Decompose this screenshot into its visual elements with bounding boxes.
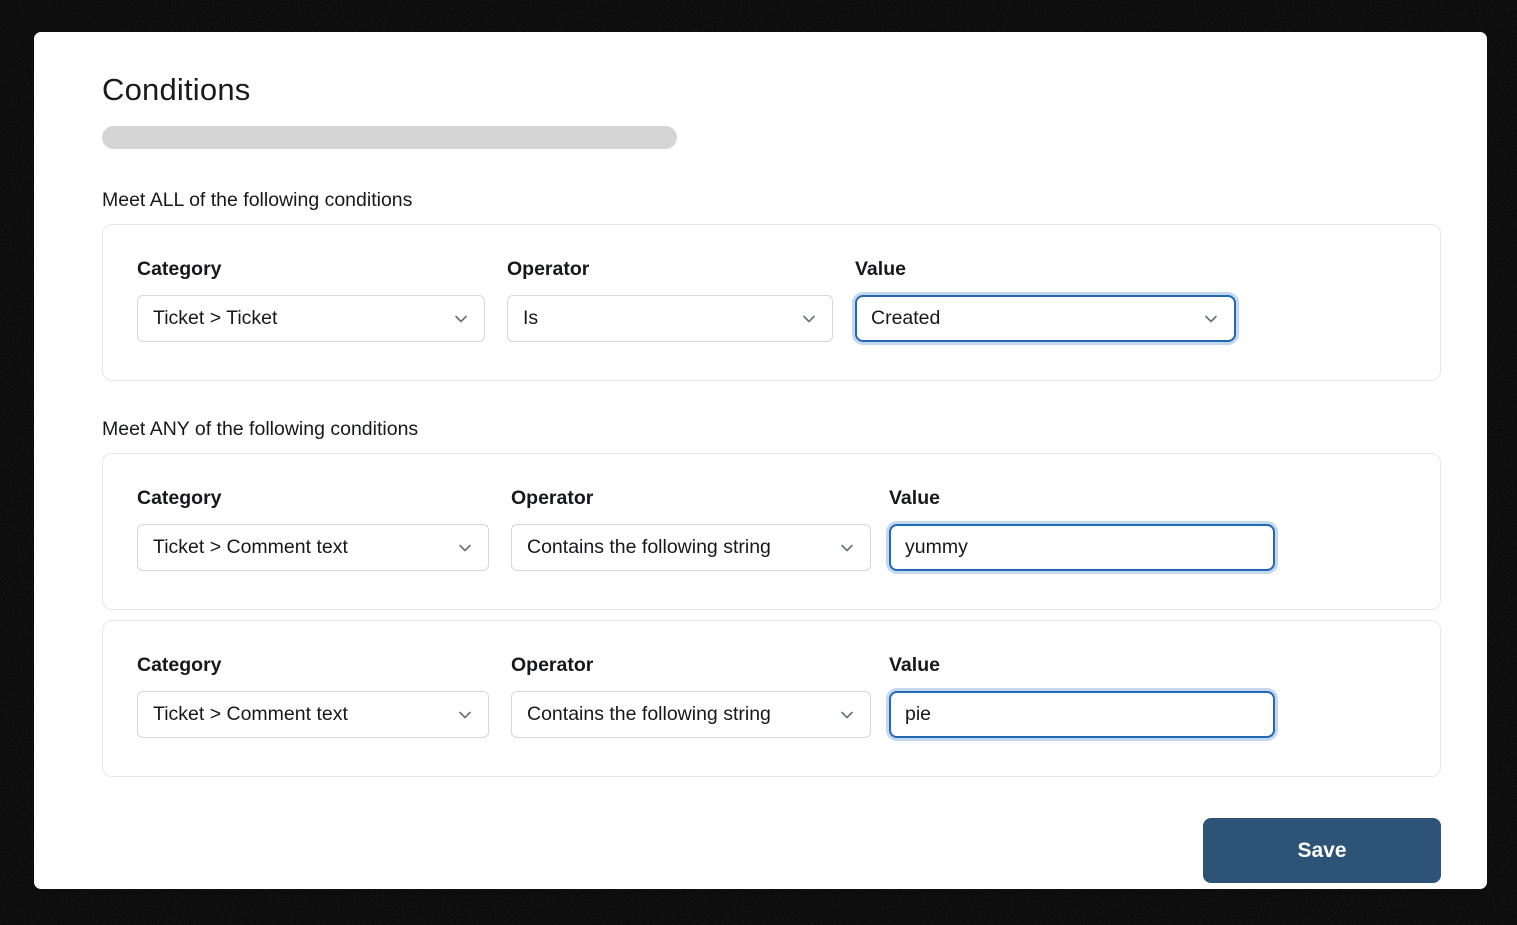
operator-select-value: Is (523, 307, 539, 329)
operator-field: Operator Contains the following string (511, 654, 871, 738)
category-select-value: Ticket > Comment text (153, 703, 348, 725)
chevron-down-icon (841, 711, 853, 718)
operator-select[interactable]: Contains the following string (511, 691, 871, 738)
condition-row: Category Ticket > Comment text Operator … (137, 487, 1406, 571)
section-heading-all: Meet ALL of the following conditions (102, 189, 413, 211)
chevron-down-icon (1205, 315, 1217, 322)
value-field: Value Created (855, 258, 1236, 342)
conditions-page: Conditions Meet ALL of the following con… (34, 32, 1487, 889)
save-button[interactable]: Save (1203, 818, 1441, 883)
save-row: Save (102, 818, 1441, 883)
value-field: Value (889, 487, 1275, 571)
operator-select-value: Contains the following string (527, 536, 771, 558)
condition-card-all-1: Category Ticket > Ticket Operator Is Val… (102, 224, 1441, 381)
condition-row: Category Ticket > Ticket Operator Is Val… (137, 258, 1406, 342)
condition-card-any-1: Category Ticket > Comment text Operator … (102, 453, 1441, 610)
value-label: Value (889, 487, 940, 509)
skeleton-placeholder-bar (102, 126, 677, 149)
condition-row: Category Ticket > Comment text Operator … (137, 654, 1406, 738)
value-input[interactable] (889, 691, 1275, 738)
value-input[interactable] (889, 524, 1275, 571)
operator-label: Operator (511, 654, 594, 676)
operator-select[interactable]: Contains the following string (511, 524, 871, 571)
category-label: Category (137, 258, 222, 280)
value-select-value: Created (871, 307, 941, 329)
operator-label: Operator (511, 487, 594, 509)
category-select-value: Ticket > Ticket (153, 307, 278, 329)
app-panel: Conditions Meet ALL of the following con… (34, 32, 1487, 889)
category-select[interactable]: Ticket > Comment text (137, 524, 489, 571)
condition-card-any-2: Category Ticket > Comment text Operator … (102, 620, 1441, 777)
value-select[interactable]: Created (855, 295, 1236, 342)
category-field: Category Ticket > Ticket (137, 258, 485, 342)
category-label: Category (137, 654, 222, 676)
category-select-value: Ticket > Comment text (153, 536, 348, 558)
operator-label: Operator (507, 258, 590, 280)
page-title: Conditions (102, 72, 251, 107)
chevron-down-icon (841, 544, 853, 551)
operator-field: Operator Is (507, 258, 833, 342)
chevron-down-icon (459, 711, 471, 718)
category-select[interactable]: Ticket > Comment text (137, 691, 489, 738)
chevron-down-icon (455, 315, 467, 322)
section-heading-any: Meet ANY of the following conditions (102, 418, 419, 440)
window-frame: Conditions Meet ALL of the following con… (0, 0, 1517, 925)
operator-select[interactable]: Is (507, 295, 833, 342)
operator-select-value: Contains the following string (527, 703, 771, 725)
chevron-down-icon (459, 544, 471, 551)
category-label: Category (137, 487, 222, 509)
category-select[interactable]: Ticket > Ticket (137, 295, 485, 342)
operator-field: Operator Contains the following string (511, 487, 871, 571)
chevron-down-icon (803, 315, 815, 322)
value-label: Value (889, 654, 940, 676)
value-label: Value (855, 258, 906, 280)
category-field: Category Ticket > Comment text (137, 487, 489, 571)
category-field: Category Ticket > Comment text (137, 654, 489, 738)
value-field: Value (889, 654, 1275, 738)
